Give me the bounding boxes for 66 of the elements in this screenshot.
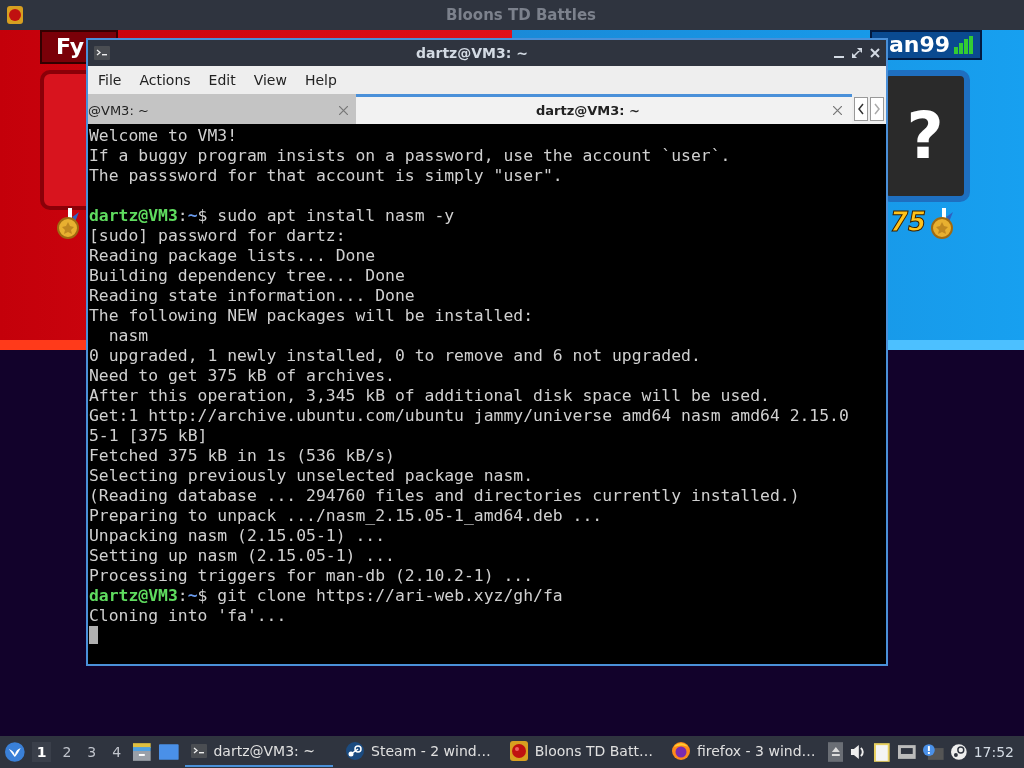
terminal-line: Cloning into 'fa'... [89,606,288,626]
taskbar-window-button[interactable]: dartz@VM3: ~ [185,737,334,767]
game-icon [508,740,529,762]
prompt-line: dartz@VM3:~$ git clone https://ari-web.xyz/gh/fa [89,586,564,606]
medal-count: 75 [890,207,927,237]
terminal-line: Welcome to VM3! [89,126,239,146]
text-cursor [89,626,98,644]
terminal-line: (Reading database ... 294760 files and directories currently installed.) [89,486,801,506]
terminal-line: Fetched 375 kB in 1s (536 kB/s) [89,446,396,466]
eject-icon[interactable] [827,742,844,762]
workspace-button[interactable]: 2 [57,742,77,762]
terminal-line: Building dependency tree... Done [89,266,406,286]
workspace-button[interactable]: 4 [107,742,127,762]
close-icon[interactable] [870,48,880,58]
terminal-icon [191,744,208,758]
terminal-line: Reading package lists... Done [89,246,377,266]
close-tab-icon[interactable] [833,106,842,115]
terminal-line: Setting up nasm (2.15.05-1) ... [89,546,396,566]
signal-icon [954,36,974,54]
taskbar-window-button[interactable]: Steam - 2 wind… [339,737,497,767]
close-tab-icon[interactable] [339,106,348,115]
terminal-tab[interactable]: @VM3: ~ [88,94,356,124]
firefox-icon [670,741,691,761]
clock: 17:52 [973,744,1015,760]
window-title: Bloons TD Battles [444,6,598,24]
terminal-line: After this operation, 3,345 kB of additional disk space will be used. [89,386,771,406]
terminal-line: Need to get 375 kB of archives. [89,366,396,386]
workspace-button[interactable]: 1 [31,742,52,762]
terminal-line: If a buggy program insists on a password, use the account `user`. [89,146,732,166]
terminal-line: Reading state information... Done [89,286,416,306]
menu-item[interactable]: Actions [131,68,199,92]
desktop-icon[interactable] [157,743,180,761]
clipboard-icon[interactable] [872,741,891,763]
terminal-line: Unpacking nasm (2.15.05-1) ... [89,526,387,546]
game-icon [6,5,24,25]
notification-icon[interactable] [922,743,944,761]
terminal-line: The following NEW packages will be installed: [89,306,535,326]
terminal-line: Get:1 http://archive.ubuntu.com/ubuntu jammy/universe amd64 nasm amd64 2.15.0 [89,406,850,426]
taskbar-window-button[interactable]: firefox - 3 wind… [664,737,822,767]
terminal-line: nasm [107,326,150,346]
maximize-icon[interactable] [852,48,862,58]
steam-icon [345,741,366,761]
network-icon[interactable] [896,744,917,760]
prompt-line: dartz@VM3:~$ sudo apt install nasm -y [89,206,456,226]
menu-item[interactable]: View [245,68,295,92]
terminal-line: [sudo] password for dartz: [89,226,347,246]
menu-item[interactable]: Help [296,68,345,92]
opponent-name: an99 [888,31,950,59]
menu-item[interactable]: Edit [200,68,244,92]
volume-icon[interactable] [849,743,867,761]
terminal-icon [94,46,110,60]
terminal-line: 0 upgraded, 1 newly installed, 0 to remove and 6 not upgraded. [89,346,702,366]
terminal-line: Processing triggers for man-db (2.10.2-1) ... [89,566,535,586]
terminal-line: Preparing to unpack .../nasm_2.15.05-1_amd64.deb ... [89,506,604,526]
scroll-left-button[interactable] [854,97,868,121]
menu-item[interactable]: File [90,68,130,92]
steam-icon[interactable] [949,743,968,761]
terminal-tab[interactable]: dartz@VM3: ~ [356,94,852,124]
terminal-line: Selecting previously unselected package nasm. [89,466,535,486]
start-menu-icon[interactable] [4,741,26,763]
terminal-line: The passsword for that account is simply "user". [89,166,564,186]
taskbar-window-button[interactable]: Bloons TD Batt… [502,737,659,767]
window-title: dartz@VM3: ~ [415,45,529,61]
terminal-line: 5-1 [375 kB] [89,426,209,446]
workspace-button[interactable]: 3 [82,742,102,762]
file-cabinet-icon[interactable] [132,742,152,762]
